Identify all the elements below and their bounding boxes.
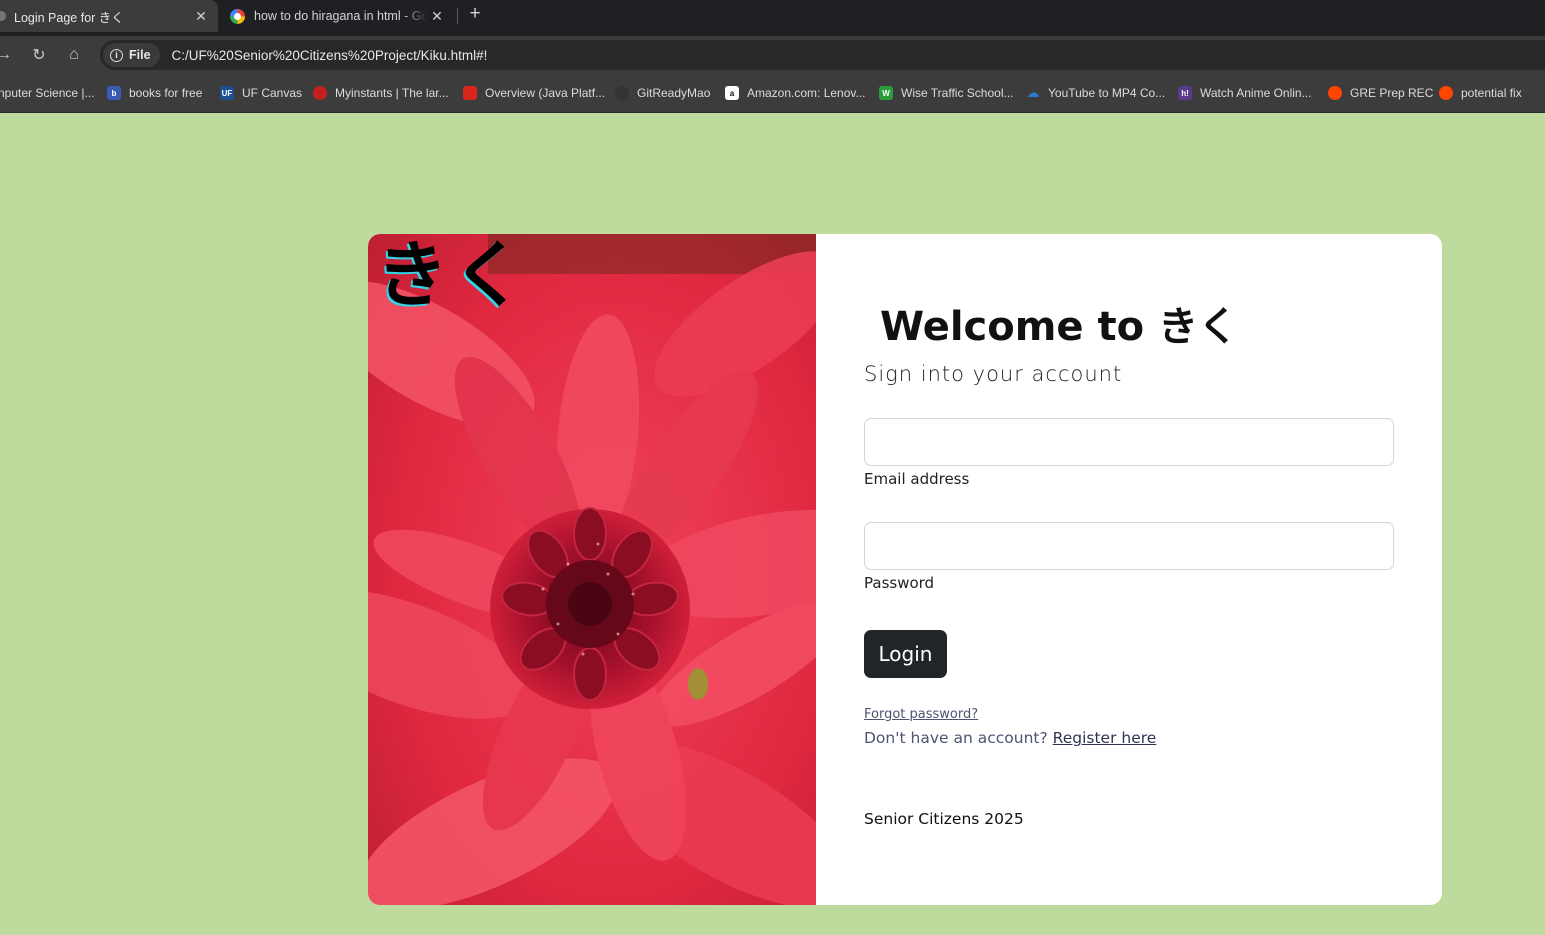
reddit-icon [1328, 86, 1342, 100]
bookmark-item[interactable]: W Wise Traffic School... [879, 84, 1013, 102]
tab-title: how to do hiragana in html - Google [254, 9, 428, 23]
site-chip-label: File [129, 48, 151, 62]
forgot-password-link[interactable]: Forgot password? [864, 707, 978, 722]
login-button[interactable]: Login [864, 630, 947, 678]
bookmark-item[interactable]: GRE Prep REC [1328, 84, 1433, 102]
bookmark-label: GRE Prep REC [1350, 86, 1434, 100]
page-title: Welcome to きく [880, 304, 1238, 350]
url-text[interactable]: C:/UF%20Senior%20Citizens%20Project/Kiku… [172, 48, 488, 63]
footer-text: Senior Citizens 2025 [864, 810, 1024, 828]
reload-button[interactable]: ↻ [29, 45, 49, 65]
bookmark-item[interactable]: GitReadyMao [615, 84, 710, 102]
bookmark-label: YouTube to MP4 Co... [1048, 86, 1166, 100]
google-icon [230, 8, 245, 24]
bookmark-label: GitReadyMao [637, 86, 711, 100]
password-field[interactable] [864, 522, 1394, 570]
bookmark-item[interactable]: potential fix [1439, 84, 1522, 102]
wise-icon: W [879, 86, 893, 100]
bookmark-item[interactable]: UF UF Canvas [220, 84, 302, 102]
login-form: Welcome to きく Sign into your account Ema… [864, 234, 1394, 905]
bookmark-label: Myinstants | The lar... [335, 86, 449, 100]
bookmark-label: Watch Anime Onlin... [1200, 86, 1312, 100]
tab-strip: Login Page for きく ✕ how to do hiragana i… [0, 0, 1545, 36]
hianime-icon: h! [1178, 86, 1192, 100]
info-icon: i [110, 48, 123, 62]
bookmark-label: books for free [129, 86, 203, 100]
bookmark-label: Wise Traffic School... [901, 86, 1014, 100]
tab-title: Login Page for きく [14, 10, 124, 25]
bookmark-label: potential fix [1461, 86, 1522, 100]
address-bar[interactable]: i File C:/UF%20Senior%20Citizens%20Proje… [100, 40, 1545, 70]
site-info-chip[interactable]: i File [103, 43, 160, 67]
flower-image: きく [368, 234, 816, 905]
tab-login-page[interactable]: Login Page for きく ✕ [0, 0, 218, 32]
reddit-icon [1439, 86, 1453, 100]
register-prompt: Don't have an account? Register here [864, 729, 1156, 747]
button-icon [313, 86, 327, 100]
login-card: きく Welcome to きく Sign into your account … [368, 234, 1442, 905]
oracle-icon [463, 86, 477, 100]
tab-google-search[interactable]: how to do hiragana in html - Google ✕ [222, 0, 454, 32]
bookmark-item[interactable]: ☁ YouTube to MP4 Co... [1026, 84, 1166, 102]
home-button[interactable]: ⌂ [64, 45, 84, 65]
bookmark-item[interactable]: a Amazon.com: Lenov... [725, 84, 866, 102]
red-flower-photo [368, 234, 816, 905]
bookmark-item[interactable]: Myinstants | The lar... [313, 84, 449, 102]
brand-logo: きく [376, 234, 529, 317]
cloud-download-icon: ☁ [1026, 85, 1040, 100]
email-label: Email address [864, 470, 970, 488]
amazon-icon: a [725, 86, 739, 100]
bookmark-item[interactable]: b books for free [107, 84, 202, 102]
close-icon[interactable]: ✕ [192, 7, 210, 25]
tab-divider [457, 8, 458, 24]
new-tab-button[interactable]: + [465, 3, 485, 24]
browser-toolbar: → ↻ ⌂ i File C:/UF%20Senior%20Citizens%2… [0, 36, 1545, 74]
bookmark-item[interactable]: h! Watch Anime Onlin... [1178, 84, 1312, 102]
close-icon[interactable]: ✕ [428, 7, 446, 25]
page-icon [0, 11, 6, 21]
github-icon [615, 86, 629, 100]
bookmark-label: Amazon.com: Lenov... [747, 86, 866, 100]
bookmark-label: nputer Science |... [0, 86, 95, 100]
uf-icon: UF [220, 86, 234, 100]
subtitle: Sign into your account [864, 362, 1123, 386]
bookmark-item[interactable]: nputer Science |... [0, 84, 95, 102]
password-label: Password [864, 574, 935, 592]
bookmarks-bar: nputer Science |... b books for free UF … [0, 74, 1545, 113]
register-link[interactable]: Register here [1053, 729, 1157, 747]
book-icon: b [107, 86, 121, 100]
email-field[interactable] [864, 418, 1394, 466]
bookmark-label: Overview (Java Platf... [485, 86, 606, 100]
forward-button[interactable]: → [0, 45, 14, 65]
no-account-text: Don't have an account? [864, 729, 1053, 747]
bookmark-item[interactable]: Overview (Java Platf... [463, 84, 605, 102]
bookmark-label: UF Canvas [242, 86, 303, 100]
